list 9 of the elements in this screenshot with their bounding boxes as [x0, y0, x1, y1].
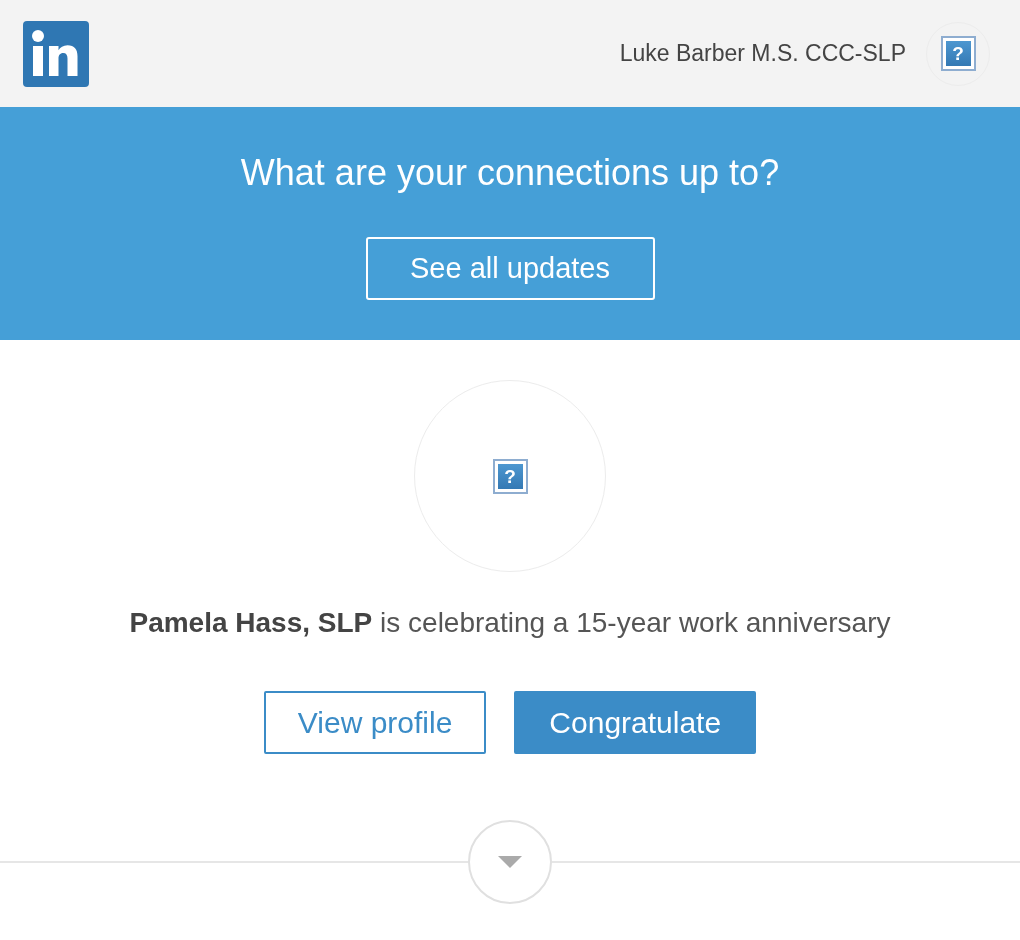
congratulate-button[interactable]: Congratulate [514, 691, 757, 754]
banner-title: What are your connections up to? [240, 153, 780, 193]
user-name[interactable]: Luke Barber M.S. CCC-SLP [619, 36, 906, 71]
see-all-updates-button[interactable]: See all updates [365, 237, 655, 300]
anniversary-message: Pamela Hass, SLP is celebrating a 15-year work anniversary [129, 606, 891, 640]
view-profile-button[interactable]: View profile [263, 691, 487, 754]
broken-image-icon: ? [942, 38, 974, 69]
logo-icon[interactable] [23, 20, 89, 87]
caret-down-icon [498, 856, 522, 868]
